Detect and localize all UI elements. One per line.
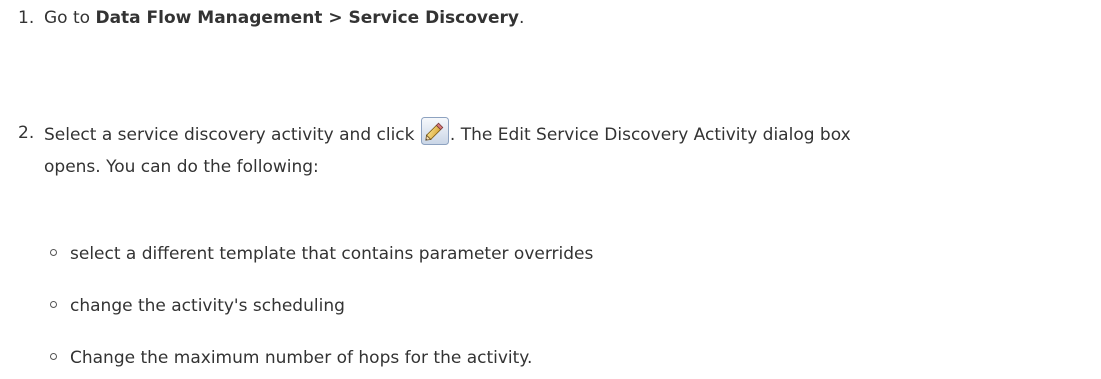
circle-bullet-icon: [50, 301, 57, 308]
step-number: 2.: [18, 123, 35, 143]
list-item: select a different template that contain…: [50, 240, 593, 268]
list-item: Change the maximum number of hops for th…: [50, 344, 532, 372]
step-1: 1. Go to Data Flow Management > Service …: [18, 2, 1091, 34]
step-text: Select a service discovery activity and …: [44, 117, 1091, 183]
step-text: Go to Data Flow Management > Service Dis…: [44, 8, 525, 28]
circle-bullet-icon: [50, 353, 57, 360]
step-number: 1.: [18, 8, 35, 28]
edit-pencil-icon: [420, 117, 449, 145]
list-item: change the activity's scheduling: [50, 292, 345, 320]
menu-path: Data Flow Management > Service Discovery: [95, 8, 519, 28]
step-2: 2. Select a service discovery activity a…: [18, 117, 1091, 183]
circle-bullet-icon: [50, 249, 57, 256]
